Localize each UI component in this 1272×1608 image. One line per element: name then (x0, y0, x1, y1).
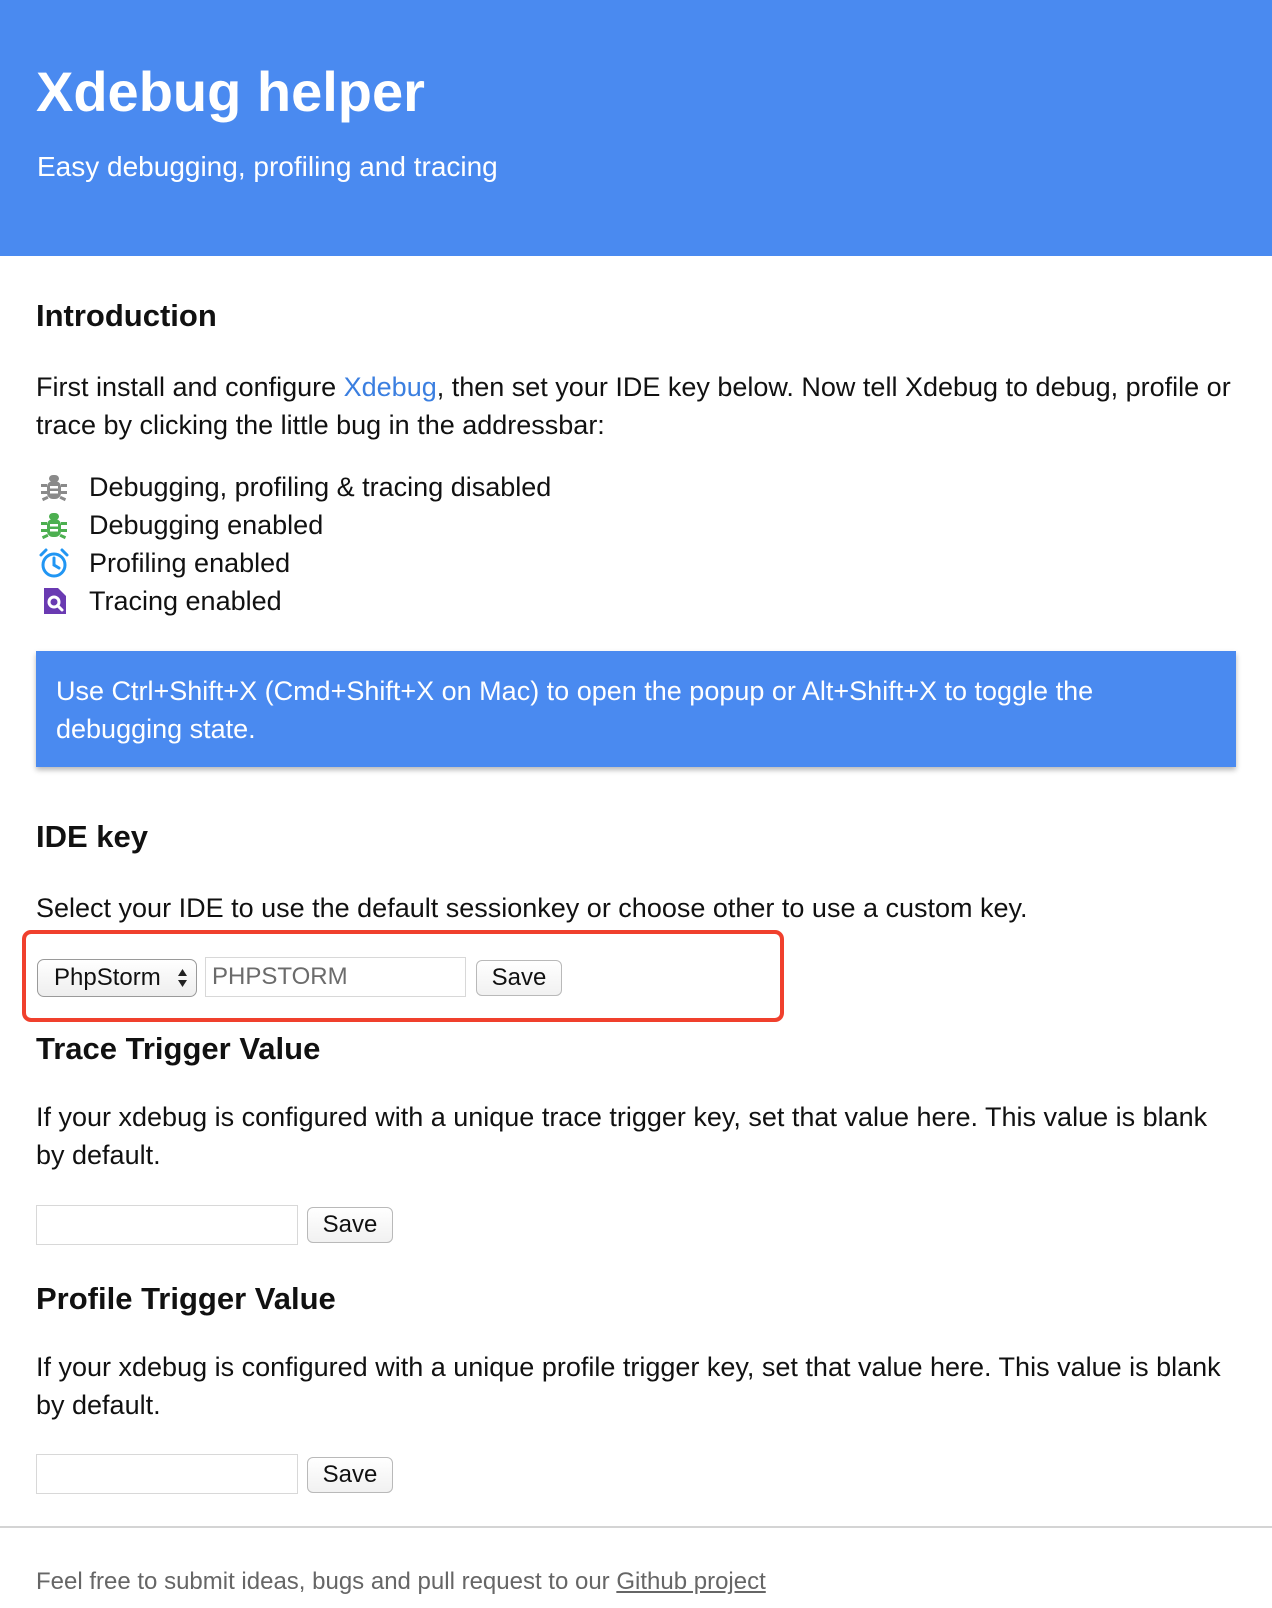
legend-label: Debugging enabled (89, 509, 324, 540)
ide-key-save-button[interactable]: Save (476, 960, 562, 996)
legend-item-profiling: Profiling enabled (36, 544, 551, 582)
page-title: Xdebug helper (36, 60, 425, 123)
ide-key-input[interactable]: PHPSTORM (205, 957, 466, 997)
icon-legend: Debugging, profiling & tracing disabled … (36, 468, 551, 620)
trace-trigger-description: If your xdebug is configured with a uniq… (36, 1102, 1208, 1170)
ide-key-description: Select your IDE to use the default sessi… (36, 893, 1028, 923)
shortcut-notice: Use Ctrl+Shift+X (Cmd+Shift+X on Mac) to… (36, 651, 1236, 767)
legend-label: Profiling enabled (89, 547, 291, 578)
trace-search-icon (36, 584, 72, 618)
profile-trigger-save-button[interactable]: Save (307, 1457, 393, 1493)
header-banner: Xdebug helper Easy debugging, profiling … (0, 0, 1272, 256)
bug-disabled-icon (36, 470, 72, 504)
bug-enabled-icon (36, 508, 72, 542)
footer-divider (0, 1526, 1272, 1528)
select-arrows-icon (178, 969, 187, 987)
xdebug-link[interactable]: Xdebug (344, 372, 437, 402)
legend-item-debugging: Debugging enabled (36, 506, 551, 544)
github-project-link[interactable]: Github project (616, 1568, 765, 1595)
ide-select-value: PhpStorm (54, 964, 161, 991)
alarm-clock-icon (36, 546, 72, 580)
profile-trigger-input[interactable] (36, 1454, 298, 1494)
legend-label: Debugging, profiling & tracing disabled (89, 471, 552, 502)
profile-trigger-description: If your xdebug is configured with a uniq… (36, 1352, 1221, 1420)
introduction-heading: Introduction (36, 298, 217, 333)
profile-trigger-heading: Profile Trigger Value (36, 1281, 336, 1316)
trace-trigger-save-button[interactable]: Save (307, 1207, 393, 1243)
footer-message: Feel free to submit ideas, bugs and pull… (36, 1568, 617, 1595)
intro-text-before: First install and configure (36, 372, 344, 402)
legend-label: Tracing enabled (89, 585, 282, 616)
introduction-text: First install and configure Xdebug, then… (36, 368, 1236, 444)
trace-trigger-input[interactable] (36, 1205, 298, 1245)
ide-key-heading: IDE key (36, 819, 149, 854)
ide-select[interactable]: PhpStorm (37, 959, 197, 997)
page-subtitle: Easy debugging, profiling and tracing (37, 151, 498, 182)
legend-item-disabled: Debugging, profiling & tracing disabled (36, 468, 551, 506)
footer-text: Feel free to submit ideas, bugs and pull… (36, 1566, 766, 1598)
trace-trigger-heading: Trace Trigger Value (36, 1031, 321, 1066)
legend-item-tracing: Tracing enabled (36, 582, 551, 620)
